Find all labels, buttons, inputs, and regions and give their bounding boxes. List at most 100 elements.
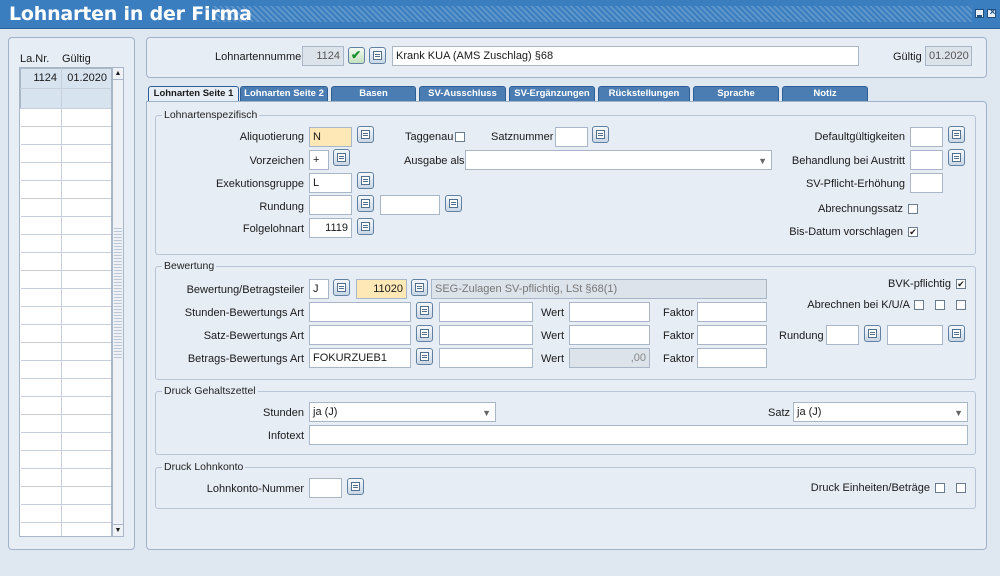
abrechnen-k-checkbox[interactable] [914, 300, 924, 310]
title-bar-pattern [212, 6, 972, 22]
exekutionsgruppe-input[interactable]: L [309, 173, 352, 193]
druck-betraege-checkbox[interactable] [956, 483, 966, 493]
rundung-lookup-button-2[interactable] [445, 195, 462, 212]
group-title-druck-gehaltszettel: Druck Gehaltszettel [162, 385, 258, 397]
betragsteiler-code-lookup-button[interactable] [411, 279, 428, 296]
list-row[interactable]: 1124 01.2020 [20, 68, 111, 89]
bewertung-rundung-input-2[interactable] [887, 325, 943, 345]
betragsteiler-lookup-button[interactable] [333, 279, 350, 296]
folgelohnart-input[interactable]: 1119 [309, 218, 352, 238]
lohnkonto-nummer-label: Lohnkonto-Nummer [206, 483, 304, 495]
rundung-lookup-button[interactable] [357, 195, 374, 212]
betrags-wert-input[interactable]: ,00 [569, 348, 650, 368]
betrags-faktor-input[interactable] [697, 348, 767, 368]
group-title-bewertung: Bewertung [162, 260, 217, 272]
gz-infotext-input[interactable] [309, 425, 968, 445]
sv-pflicht-erhoehung-input[interactable] [910, 173, 943, 193]
behandlung-austritt-input[interactable] [910, 150, 943, 170]
aliquotierung-input[interactable]: N [309, 127, 352, 147]
satz-bewertungs-art-input[interactable] [309, 325, 411, 345]
abrechnen-a-checkbox[interactable] [956, 300, 966, 310]
betragsteiler-input[interactable]: J [309, 279, 329, 299]
stunden-wert-input[interactable] [569, 302, 650, 322]
gz-stunden-select[interactable]: ja (J) ▼ [309, 402, 496, 422]
folgelohnart-lookup-button[interactable] [357, 218, 374, 235]
bewertung-rundung-lookup-button-2[interactable] [948, 325, 965, 342]
behandlung-austritt-lookup-button[interactable] [948, 149, 965, 166]
minimize-icon[interactable] [975, 9, 984, 18]
betragsteiler-label: Bewertung/Betragsteiler [186, 284, 304, 296]
list-header-gueltig: Gültig [62, 53, 91, 65]
betrags-bewertungs-art-lookup-button[interactable] [416, 348, 433, 365]
gz-stunden-value: ja (J) [313, 406, 338, 418]
satz-wert-input[interactable] [569, 325, 650, 345]
satznummer-input[interactable] [555, 127, 588, 147]
satz-bewertungs-art-desc[interactable] [439, 325, 533, 345]
chevron-down-icon: ▼ [482, 408, 491, 418]
betragsteiler-code-input[interactable]: 11020 [356, 279, 407, 299]
betrags-faktor-label: Faktor [663, 353, 695, 365]
scroll-down-icon[interactable]: ▼ [113, 524, 123, 536]
folgelohnart-label: Folgelohnart [242, 223, 304, 235]
vorzeichen-input[interactable]: + [309, 150, 329, 170]
bvk-pflichtig-checkbox[interactable]: ✔ [956, 279, 966, 289]
satznummer-lookup-button[interactable] [592, 126, 609, 143]
exekutionsgruppe-lookup-button[interactable] [357, 172, 374, 189]
stunden-bewertungs-art-lookup-button[interactable] [416, 302, 433, 319]
vorzeichen-label: Vorzeichen [249, 155, 304, 167]
ausgabe-als-select[interactable]: ▼ [465, 150, 772, 170]
stunden-bewertungs-art-desc[interactable] [439, 302, 533, 322]
tab-rueckstellungen[interactable]: Rückstellungen [598, 86, 690, 101]
bezeichnung-input[interactable]: Krank KUA (AMS Zuschlag) §68 [392, 46, 859, 66]
satznummer-label: Satznummer [491, 131, 554, 143]
list-icon [420, 352, 429, 361]
abrechnungssatz-label: Abrechnungssatz [818, 203, 903, 215]
tab-sv-ergaenzungen[interactable]: SV-Ergänzungen [509, 86, 595, 101]
defaultgueltigkeiten-input[interactable] [910, 127, 943, 147]
bis-datum-checkbox[interactable]: ✔ [908, 227, 918, 237]
abrechnen-u-checkbox[interactable] [935, 300, 945, 310]
tab-lohnarten-seite-2[interactable]: Lohnarten Seite 2 [240, 86, 328, 101]
satz-faktor-input[interactable] [697, 325, 767, 345]
bewertung-rundung-input[interactable] [826, 325, 859, 345]
tab-notiz[interactable]: Notiz [782, 86, 868, 101]
satz-faktor-label: Faktor [663, 330, 695, 342]
tab-sv-ausschluss[interactable]: SV-Ausschluss [419, 86, 506, 101]
lohnkonto-nummer-lookup-button[interactable] [347, 478, 364, 495]
lohnart-list[interactable]: 1124 01.2020 [19, 67, 112, 537]
druck-einheiten-checkbox[interactable] [935, 483, 945, 493]
lookup-button[interactable] [369, 47, 386, 64]
confirm-button[interactable]: ✔ [348, 47, 365, 64]
stunden-faktor-input[interactable] [697, 302, 767, 322]
tab-lohnarten-seite-1[interactable]: Lohnarten Seite 1 [148, 86, 239, 102]
scroll-thumb[interactable] [114, 228, 122, 358]
tab-basen[interactable]: Basen [331, 86, 416, 101]
gz-satz-select[interactable]: ja (J) ▼ [793, 402, 968, 422]
list-icon [952, 153, 961, 162]
gz-satz-label: Satz [768, 407, 791, 419]
betrags-bewertungs-art-input[interactable]: FOKURZUEB1 [309, 348, 411, 368]
list-header-nr: La.Nr. [20, 53, 50, 65]
satz-bewertungs-art-lookup-button[interactable] [416, 325, 433, 342]
list-icon [361, 222, 370, 231]
betrags-bewertungs-art-desc[interactable] [439, 348, 533, 368]
tab-sprache[interactable]: Sprache [693, 86, 779, 101]
rundung-input-2[interactable] [380, 195, 440, 215]
vorzeichen-lookup-button[interactable] [333, 149, 350, 166]
stunden-bewertungs-art-label: Stunden-Bewertungs Art [184, 307, 304, 319]
betragsteiler-description: SEG-Zulagen SV-pflichtig, LSt §68(1) [431, 279, 767, 299]
lohnartennummer-input[interactable]: 1124 [302, 46, 344, 66]
list-scrollbar[interactable]: ▲ ▼ [112, 67, 124, 537]
gueltig-input[interactable]: 01.2020 [925, 46, 972, 66]
close-icon[interactable]: × [987, 7, 996, 18]
stunden-faktor-label: Faktor [663, 307, 695, 319]
rundung-input[interactable] [309, 195, 352, 215]
stunden-bewertungs-art-input[interactable] [309, 302, 411, 322]
scroll-up-icon[interactable]: ▲ [113, 68, 123, 80]
taggenau-checkbox[interactable] [455, 132, 465, 142]
aliquotierung-lookup-button[interactable] [357, 126, 374, 143]
defaultgueltigkeiten-lookup-button[interactable] [948, 126, 965, 143]
bewertung-rundung-lookup-button[interactable] [864, 325, 881, 342]
lohnkonto-nummer-input[interactable] [309, 478, 342, 498]
abrechnungssatz-checkbox[interactable] [908, 204, 918, 214]
